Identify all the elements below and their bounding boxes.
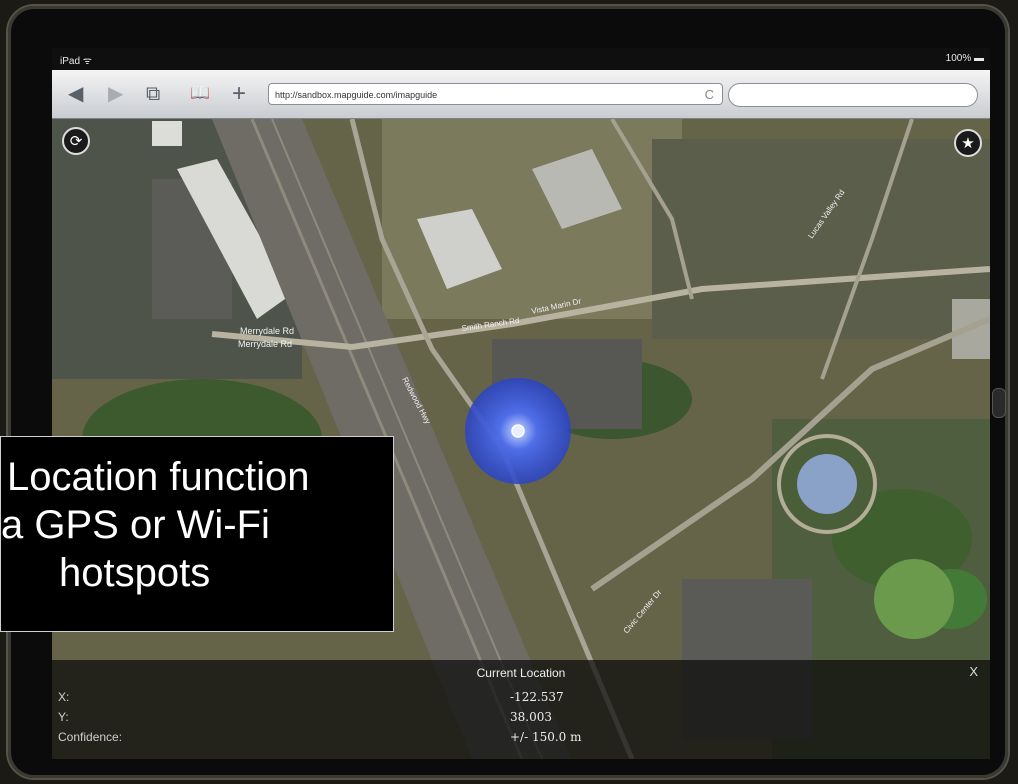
- add-icon[interactable]: +: [232, 82, 246, 106]
- browser-toolbar: ◀ ▶ ⧉ 📖 + http://sandbox.mapguide.com/im…: [52, 70, 990, 119]
- url-field[interactable]: http://sandbox.mapguide.com/imapguide C: [268, 83, 723, 105]
- y-label: Y:: [58, 710, 69, 724]
- battery-indicator: 100% ▬: [945, 53, 984, 64]
- close-icon[interactable]: X: [969, 664, 978, 679]
- callout-line: Location function: [7, 455, 310, 499]
- status-bar: iPad ᯤ 100% ▬: [52, 48, 990, 70]
- y-value: 38.003: [510, 710, 552, 724]
- back-icon[interactable]: ◀: [68, 82, 83, 106]
- carrier-label: iPad ᯤ: [60, 56, 92, 67]
- road-label: Merrydale Rd: [240, 326, 294, 336]
- url-text: http://sandbox.mapguide.com/imapguide: [275, 90, 438, 100]
- callout-line: hotspots: [59, 551, 211, 595]
- favorite-icon[interactable]: ★: [954, 129, 982, 157]
- road-label: Merrydale Rd: [238, 339, 292, 349]
- x-label: X:: [58, 690, 70, 704]
- confidence-label: Confidence:: [58, 730, 123, 744]
- confidence-value: +/- 150.0 m: [510, 730, 582, 744]
- locate-icon[interactable]: ⟳: [62, 127, 90, 155]
- home-button[interactable]: [992, 388, 1006, 418]
- forward-icon[interactable]: ▶: [108, 82, 123, 106]
- panel-title: Current Location: [476, 666, 566, 680]
- search-field[interactable]: [728, 83, 978, 107]
- pages-icon[interactable]: ⧉: [146, 82, 160, 106]
- annotation-callout: Location function a GPS or Wi-Fi hotspot…: [0, 436, 394, 632]
- reload-icon[interactable]: C: [705, 84, 714, 106]
- callout-line: a GPS or Wi-Fi: [1, 503, 270, 547]
- x-value: -122.537: [510, 690, 564, 704]
- current-location-panel: Current Location X X: Y: Confidence: -12…: [52, 660, 990, 759]
- bookmarks-icon[interactable]: 📖: [190, 82, 210, 106]
